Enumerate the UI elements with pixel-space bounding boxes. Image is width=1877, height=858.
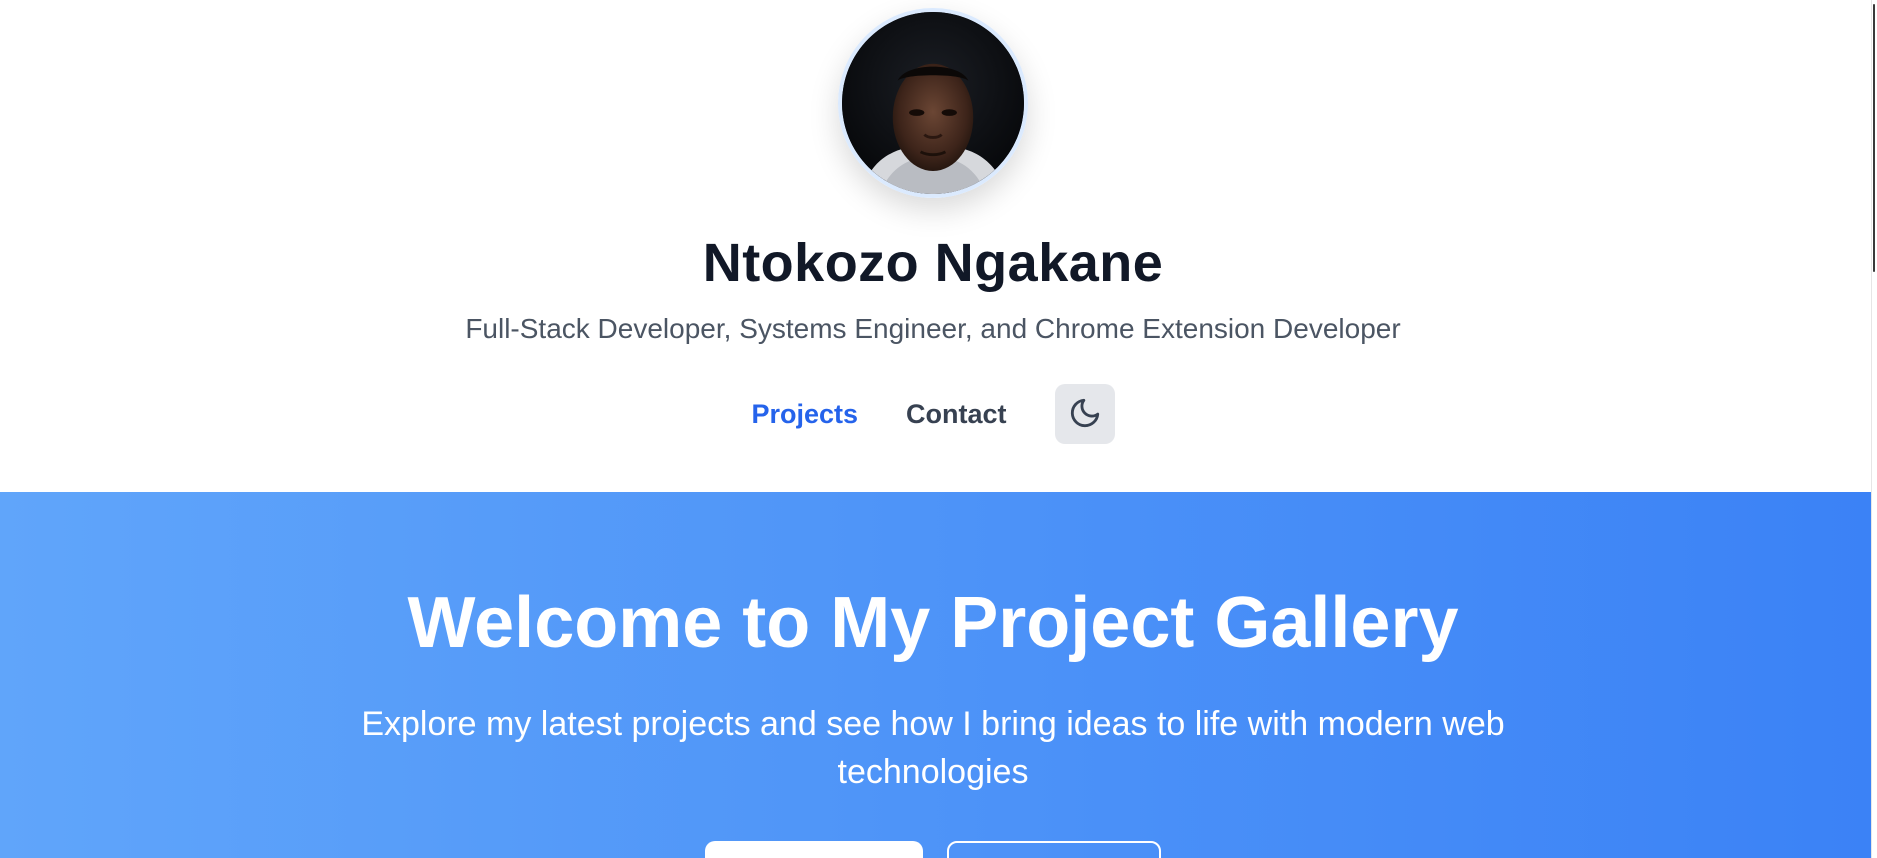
page: Ntokozo Ngakane Full-Stack Developer, Sy… [0,0,1877,858]
hero-subtitle: Explore my latest projects and see how I… [361,705,1505,791]
profile-tagline: Full-Stack Developer, Systems Engineer, … [465,313,1401,344]
nav-link-contact[interactable]: Contact [906,399,1007,430]
hero-section: Welcome to My Project Gallery Explore my… [0,492,1871,858]
nav-link-projects[interactable]: Projects [751,399,858,430]
moon-icon [1068,396,1102,433]
avatar [838,8,1028,198]
scrollbar-thumb[interactable] [1873,4,1875,272]
hero-secondary-button[interactable] [947,841,1161,858]
site-header: Ntokozo Ngakane Full-Stack Developer, Sy… [0,0,1871,492]
scrollbar[interactable] [1871,0,1877,858]
profile-photo-icon [842,12,1024,194]
hero-title: Welcome to My Project Gallery [407,583,1459,663]
main-nav: Projects Contact [0,384,1866,444]
hero-primary-button[interactable] [705,841,923,858]
profile-name: Ntokozo Ngakane [702,233,1164,293]
theme-toggle-button[interactable] [1054,384,1115,444]
avatar-container [838,8,1028,198]
